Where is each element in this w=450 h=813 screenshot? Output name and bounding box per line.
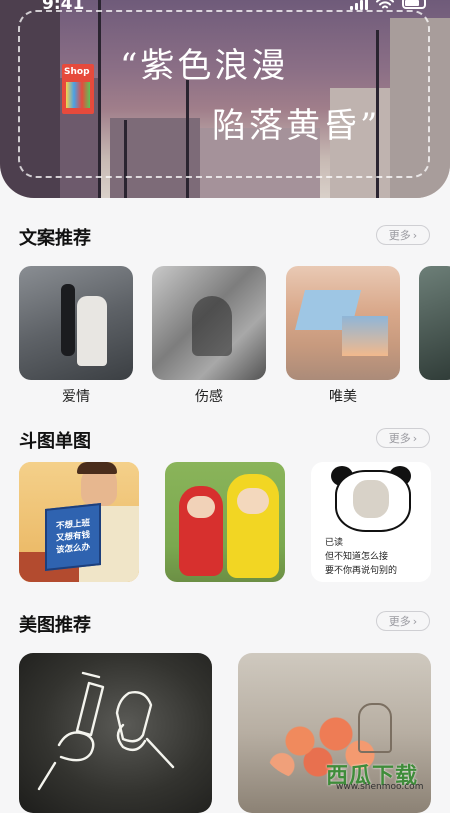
hero-banner[interactable]: Shop “紫色浪漫 陷落黄昏” 9:41: [0, 0, 450, 198]
card-sad-label: 伤感: [195, 389, 223, 405]
status-time: 9:41: [42, 0, 85, 14]
section-title-copywriting: 文案推荐: [19, 228, 91, 249]
panda-text-line3: 要不你再说句别的: [325, 566, 398, 576]
more-button-pictures[interactable]: 更多 ›: [376, 611, 430, 631]
card-beautiful[interactable]: [286, 266, 400, 380]
dashed-frame: [18, 10, 430, 178]
more-label: 更多: [388, 615, 411, 628]
card-love[interactable]: [19, 266, 133, 380]
chevron-right-icon: ›: [412, 431, 418, 445]
more-button-meme[interactable]: 更多 ›: [376, 428, 430, 448]
chevron-right-icon: ›: [412, 614, 418, 628]
card-partial[interactable]: [419, 266, 450, 380]
meme-card-book[interactable]: 不想上班 又想有钱 该怎么办: [19, 462, 139, 582]
hero-title-line2: 陷落黄昏”: [212, 106, 381, 146]
card-beautiful-label: 唯美: [329, 389, 357, 405]
meme-book-text: 不想上班 又想有钱 该怎么办: [55, 518, 90, 556]
section-title-meme: 斗图单图: [19, 431, 91, 452]
meme-card-panda[interactable]: 已读 但不知道怎么接 要不你再说句别的: [311, 462, 431, 582]
more-label: 更多: [388, 229, 411, 242]
more-button-copywriting[interactable]: 更多 ›: [376, 225, 430, 245]
battery-icon: [402, 0, 426, 9]
watermark-url: www.shenmoo.com: [336, 782, 424, 792]
neon-cheers-icon: [37, 671, 175, 791]
status-bar: 9:41: [0, 0, 450, 18]
section-title-pictures: 美图推荐: [19, 615, 91, 636]
chevron-right-icon: ›: [412, 228, 418, 242]
meme-card-teletubbies[interactable]: [165, 462, 285, 582]
picture-card-neon[interactable]: [19, 653, 212, 813]
panda-text-line2: 但不知道怎么接: [325, 552, 389, 562]
signal-icon: [350, 0, 368, 10]
card-love-label: 爱情: [62, 389, 90, 405]
watermark: 西瓜下载 www.shenmoo.com: [326, 758, 446, 798]
more-label: 更多: [388, 432, 411, 445]
hero-title-line1: “紫色浪漫: [120, 46, 289, 86]
wifi-icon: [376, 0, 394, 8]
panda-text-line1: 已读: [325, 538, 344, 548]
card-sad[interactable]: [152, 266, 266, 380]
